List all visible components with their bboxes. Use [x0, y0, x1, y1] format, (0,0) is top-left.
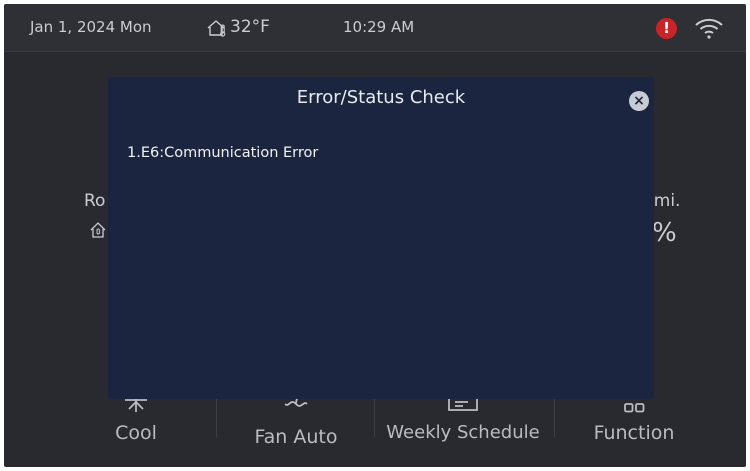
function-label: Function — [593, 422, 675, 444]
house-thermometer-icon — [90, 222, 106, 238]
error-status-dialog: Error/Status Check × 1.E6:Communication … — [108, 77, 654, 399]
error-item: 1.E6:Communication Error — [127, 145, 319, 161]
wifi-icon[interactable] — [694, 16, 724, 40]
room-label-partial: Ro — [84, 191, 106, 211]
status-bar: Jan 1, 2024 Mon 32°F 10:29 AM ! — [4, 4, 746, 52]
alert-icon[interactable]: ! — [656, 18, 677, 39]
time-label: 10:29 AM — [343, 18, 415, 36]
mode-cool-label: Cool — [115, 422, 157, 444]
outdoor-temp-value: 32°F — [230, 17, 270, 37]
close-icon[interactable]: × — [629, 91, 649, 111]
house-thermometer-icon — [207, 19, 226, 37]
date-label: Jan 1, 2024 Mon — [30, 18, 152, 36]
fan-auto-label: Fan Auto — [254, 426, 338, 448]
weekly-schedule-label: Weekly Schedule — [386, 422, 540, 443]
outdoor-temperature: 32°F — [206, 4, 270, 51]
humidity-value-partial: % — [652, 218, 677, 248]
dialog-title: Error/Status Check — [296, 87, 466, 108]
thermostat-screen: Jan 1, 2024 Mon 32°F 10:29 AM ! Ro umi. … — [4, 4, 746, 467]
